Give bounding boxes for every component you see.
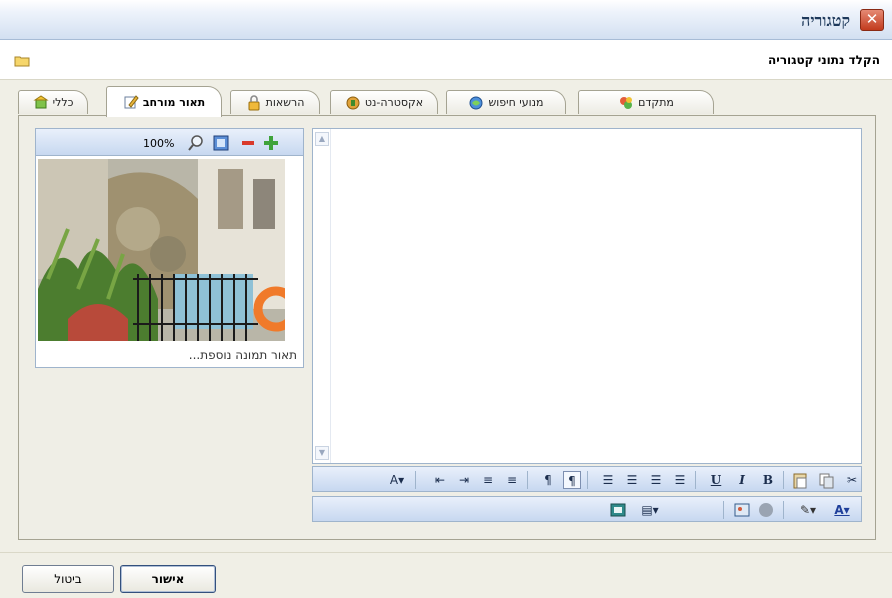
- image-toolbar: 100%: [35, 128, 304, 156]
- instruction-text: הקלד נתוני קטגוריה: [768, 53, 880, 67]
- window-title: קטגוריה: [801, 11, 850, 30]
- ok-button[interactable]: אישור: [120, 565, 216, 593]
- tab-label: מנועי חיפוש: [488, 96, 544, 109]
- tab-bar: כללי תאור מורחב הרשאות אקסטרה-נט מנועי ח…: [18, 86, 714, 117]
- general-icon: [32, 94, 49, 108]
- source-icon[interactable]: [609, 501, 627, 519]
- fit-image-icon[interactable]: [212, 134, 230, 152]
- edit-icon: [124, 95, 139, 109]
- scroll-up-button[interactable]: ▲: [315, 132, 329, 146]
- copy-icon[interactable]: [817, 471, 835, 489]
- category-photo: [38, 159, 285, 341]
- tab-permissions[interactable]: הרשאות: [230, 90, 320, 114]
- align-center-icon[interactable]: ☰: [647, 471, 665, 489]
- scroll-down-button[interactable]: ▼: [315, 446, 329, 460]
- underline-button[interactable]: U: [707, 471, 725, 489]
- editor-scrollbar[interactable]: [313, 129, 331, 463]
- tab-advanced[interactable]: מתקדם: [578, 90, 714, 114]
- dialog-footer: אישור ביטול: [0, 552, 892, 598]
- close-button[interactable]: ✕: [860, 9, 884, 31]
- highlight-icon[interactable]: ✎▾: [793, 501, 823, 519]
- tab-extranet[interactable]: אקסטרה-נט: [330, 90, 438, 114]
- tab-label: תאור מורחב: [142, 95, 206, 109]
- subheader: הקלד נתוני קטגוריה: [0, 40, 892, 80]
- cut-icon[interactable]: ✂: [843, 471, 861, 489]
- tab-general[interactable]: כללי: [18, 90, 88, 114]
- justify-icon[interactable]: ☰: [599, 471, 617, 489]
- font-color-icon[interactable]: A▾: [827, 501, 857, 519]
- remove-image-icon[interactable]: [239, 134, 257, 152]
- lock-icon: [248, 94, 260, 110]
- folder-icon: [14, 56, 30, 67]
- outdent-icon[interactable]: ⇤: [431, 471, 449, 489]
- align-right-icon[interactable]: ☰: [671, 471, 689, 489]
- paste-icon[interactable]: [791, 471, 809, 489]
- bold-button[interactable]: B: [759, 471, 777, 489]
- italic-button[interactable]: I: [733, 471, 751, 489]
- search-engine-icon: [469, 96, 483, 109]
- extranet-icon: [346, 96, 360, 109]
- ltr-icon[interactable]: ¶: [539, 471, 557, 489]
- text-style-icon[interactable]: A▾: [383, 471, 411, 489]
- zoom-level: 100%: [143, 137, 175, 150]
- advanced-icon: [620, 96, 633, 109]
- title-bar: קטגוריה ✕: [0, 0, 892, 40]
- add-image-icon[interactable]: [261, 133, 281, 153]
- rich-text-editor[interactable]: [312, 128, 862, 464]
- table-icon[interactable]: ▤▾: [635, 501, 665, 519]
- align-left-icon[interactable]: ☰: [623, 471, 641, 489]
- bullet-list-icon[interactable]: ≡: [479, 471, 497, 489]
- image-icon[interactable]: [757, 501, 775, 519]
- zoom-icon[interactable]: [187, 134, 205, 152]
- editor-toolbar-row-1: ✂ B I U ☰ ☰ ☰ ☰ ¶ ¶ ≡ ≡ ⇥ ⇤ A▾: [312, 466, 862, 492]
- tab-label: אקסטרה-נט: [364, 96, 424, 109]
- cancel-button[interactable]: ביטול: [22, 565, 114, 593]
- numbered-list-icon[interactable]: ≡: [503, 471, 521, 489]
- indent-icon[interactable]: ⇥: [455, 471, 473, 489]
- tab-label: מתקדם: [638, 96, 674, 109]
- tab-extended-description[interactable]: תאור מורחב: [106, 86, 222, 117]
- tab-label: הרשאות: [265, 96, 305, 109]
- tab-search-engines[interactable]: מנועי חיפוש: [446, 90, 566, 114]
- editor-toolbar-row-2: A▾ ✎▾ ▤▾: [312, 496, 862, 522]
- tab-label: כללי: [52, 96, 74, 109]
- image-caption-input[interactable]: תאור תמונה נוספת...: [35, 343, 304, 368]
- insert-image-icon[interactable]: [733, 501, 751, 519]
- rtl-icon[interactable]: ¶: [563, 471, 581, 489]
